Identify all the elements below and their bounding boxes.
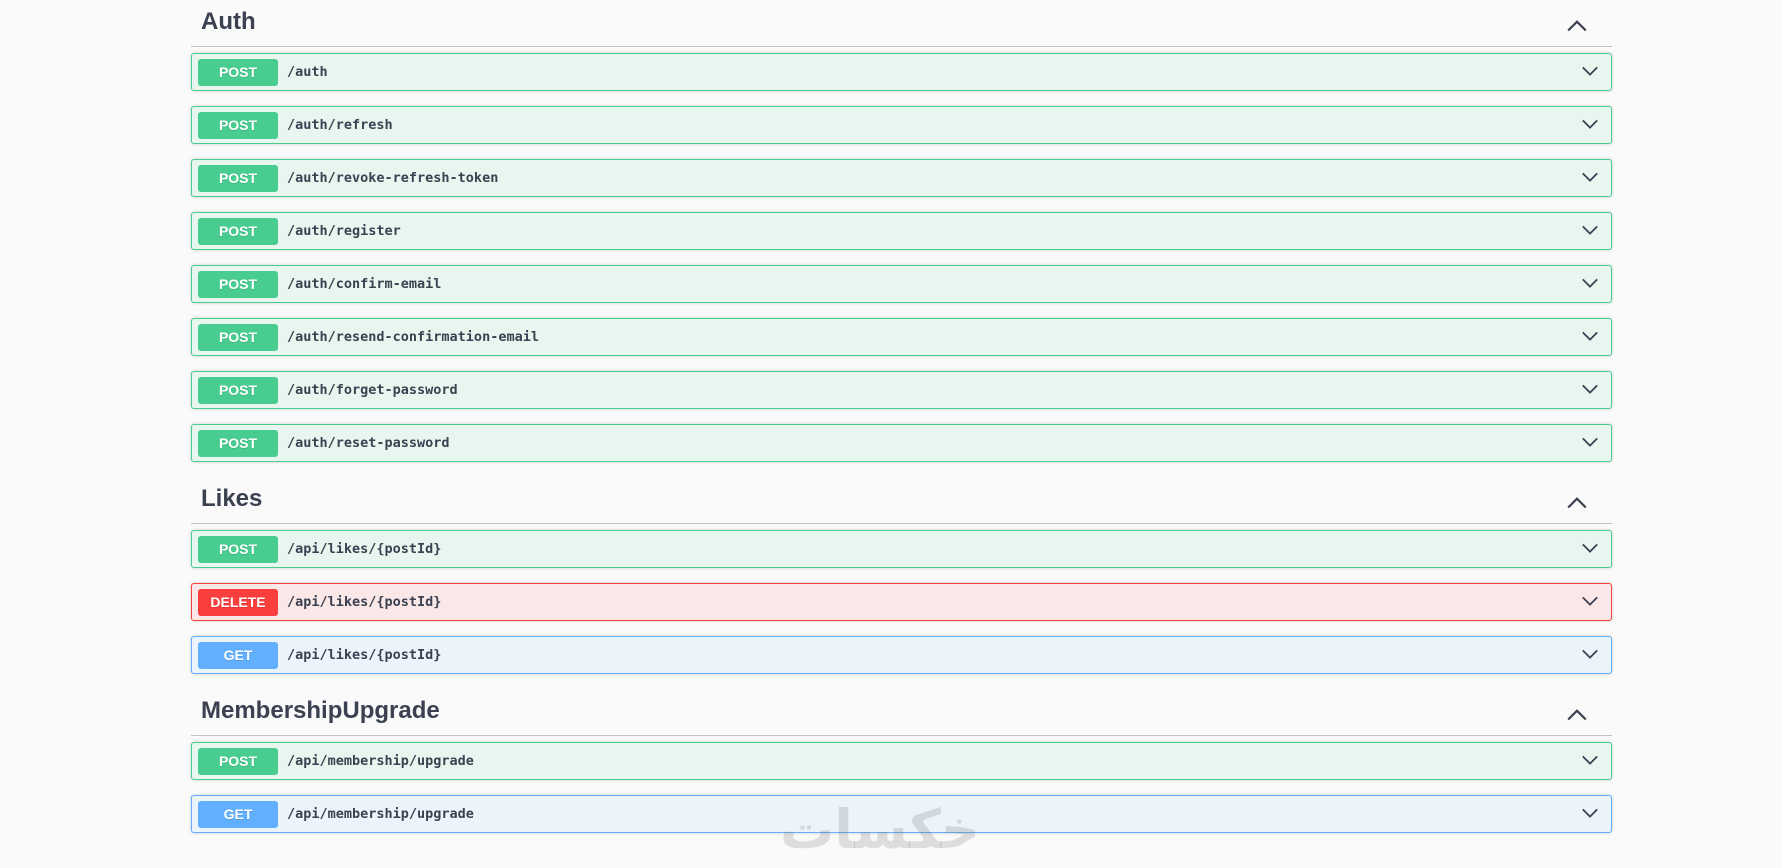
chevron-up-icon[interactable] <box>1566 707 1588 721</box>
operation-post-auth-revoke-refresh-token[interactable]: POST /auth/revoke-refresh-token <box>191 159 1612 197</box>
operation-path: /api/membership/upgrade <box>287 806 474 822</box>
operation-delete-likes[interactable]: DELETE /api/likes/{postId} <box>191 583 1612 621</box>
chevron-down-icon[interactable] <box>1581 754 1599 766</box>
swagger-operations-list: Auth POST /auth POST /auth/refresh POST … <box>191 0 1612 848</box>
chevron-up-icon[interactable] <box>1566 495 1588 509</box>
method-badge: GET <box>198 641 278 669</box>
chevron-down-icon[interactable] <box>1581 595 1599 607</box>
operation-post-auth-forget-password[interactable]: POST /auth/forget-password <box>191 371 1612 409</box>
section-title: MembershipUpgrade <box>201 697 440 724</box>
method-badge: GET <box>198 800 278 828</box>
method-badge: DELETE <box>198 588 278 616</box>
operation-path: /api/membership/upgrade <box>287 753 474 769</box>
operation-path: /auth/refresh <box>287 117 393 133</box>
method-badge: POST <box>198 376 278 404</box>
section-header-auth[interactable]: Auth <box>191 0 1612 47</box>
operation-post-auth-confirm-email[interactable]: POST /auth/confirm-email <box>191 265 1612 303</box>
section-likes: Likes POST /api/likes/{postId} DELETE /a… <box>191 477 1612 674</box>
chevron-down-icon[interactable] <box>1581 648 1599 660</box>
operation-path: /auth <box>287 64 328 80</box>
section-header-likes[interactable]: Likes <box>191 477 1612 524</box>
chevron-down-icon[interactable] <box>1581 383 1599 395</box>
chevron-down-icon[interactable] <box>1581 65 1599 77</box>
method-badge: POST <box>198 217 278 245</box>
operation-post-membership-upgrade[interactable]: POST /api/membership/upgrade <box>191 742 1612 780</box>
operation-post-auth-resend-confirmation-email[interactable]: POST /auth/resend-confirmation-email <box>191 318 1612 356</box>
operation-path: /api/likes/{postId} <box>287 541 442 557</box>
method-badge: POST <box>198 535 278 563</box>
method-badge: POST <box>198 270 278 298</box>
method-badge: POST <box>198 429 278 457</box>
section-title: Auth <box>201 8 256 35</box>
chevron-down-icon[interactable] <box>1581 542 1599 554</box>
section-auth: Auth POST /auth POST /auth/refresh POST … <box>191 0 1612 462</box>
chevron-down-icon[interactable] <box>1581 171 1599 183</box>
method-badge: POST <box>198 747 278 775</box>
operation-post-auth-reset-password[interactable]: POST /auth/reset-password <box>191 424 1612 462</box>
operation-path: /auth/reset-password <box>287 435 450 451</box>
watermark: خکسات <box>780 798 980 861</box>
method-badge: POST <box>198 323 278 351</box>
section-title: Likes <box>201 485 263 512</box>
method-badge: POST <box>198 111 278 139</box>
chevron-down-icon[interactable] <box>1581 224 1599 236</box>
operation-get-likes[interactable]: GET /api/likes/{postId} <box>191 636 1612 674</box>
chevron-down-icon[interactable] <box>1581 118 1599 130</box>
method-badge: POST <box>198 164 278 192</box>
operation-path: /auth/revoke-refresh-token <box>287 170 499 186</box>
chevron-down-icon[interactable] <box>1581 436 1599 448</box>
operation-post-auth-refresh[interactable]: POST /auth/refresh <box>191 106 1612 144</box>
chevron-down-icon[interactable] <box>1581 330 1599 342</box>
chevron-down-icon[interactable] <box>1581 277 1599 289</box>
operation-path: /api/likes/{postId} <box>287 647 442 663</box>
operation-post-auth[interactable]: POST /auth <box>191 53 1612 91</box>
section-header-membership-upgrade[interactable]: MembershipUpgrade <box>191 689 1612 736</box>
operation-path: /api/likes/{postId} <box>287 594 442 610</box>
chevron-up-icon[interactable] <box>1566 18 1588 32</box>
operation-path: /auth/register <box>287 223 401 239</box>
chevron-down-icon[interactable] <box>1581 807 1599 819</box>
operation-post-auth-register[interactable]: POST /auth/register <box>191 212 1612 250</box>
operation-path: /auth/resend-confirmation-email <box>287 329 539 345</box>
operation-path: /auth/confirm-email <box>287 276 442 292</box>
operation-path: /auth/forget-password <box>287 382 458 398</box>
method-badge: POST <box>198 58 278 86</box>
operation-post-likes[interactable]: POST /api/likes/{postId} <box>191 530 1612 568</box>
